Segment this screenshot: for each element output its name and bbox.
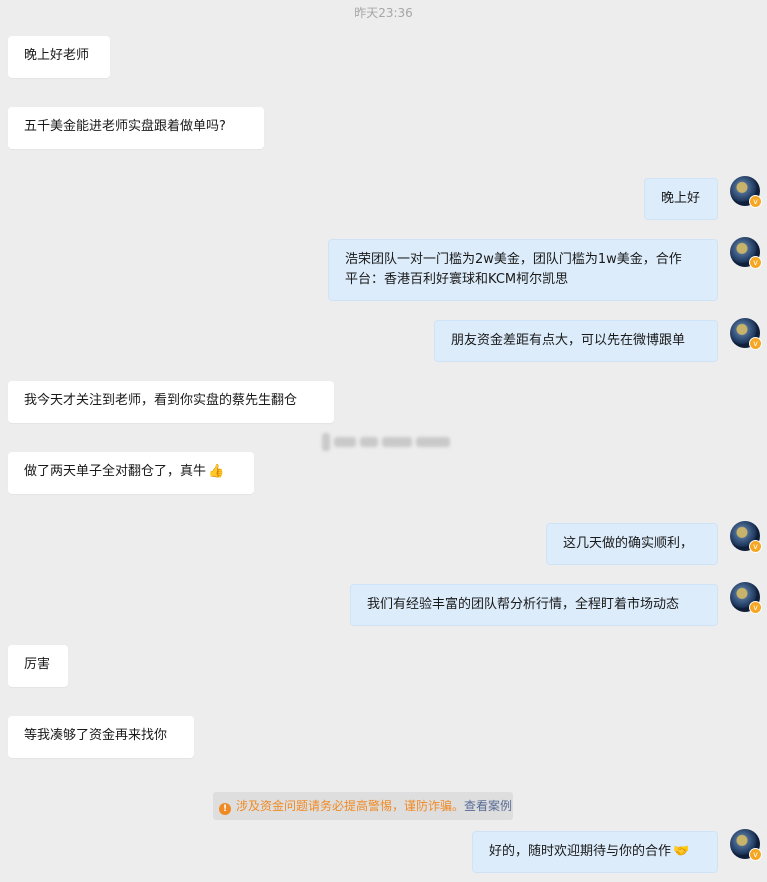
message-text: 晚上好老师 [24, 48, 90, 63]
message-bubble-right[interactable]: 我们有经验丰富的团队帮分析行情，全程盯着市场动态 [350, 584, 718, 626]
blurred-redaction [322, 431, 450, 453]
avatar[interactable]: v [730, 582, 762, 614]
avatar[interactable]: v [730, 176, 762, 208]
message-bubble-left[interactable]: 等我凑够了资金再来找你 [8, 716, 194, 758]
verified-badge-icon: v [749, 256, 762, 269]
message-bubble-right[interactable]: 浩荣团队一对一门槛为2w美金，团队门槛为1w美金，合作 平台：香港百利好寰球和K… [328, 239, 718, 301]
message-text: 厉害 [24, 657, 51, 672]
message-text: 我今天才关注到老师，看到你实盘的蔡先生翻仓 [24, 393, 298, 408]
warning-text: 涉及资金问题请务必提高警惕，谨防诈骗。 [236, 799, 465, 813]
message-text-line: 平台：香港百利好寰球和KCM柯尔凯思 [345, 272, 569, 287]
handshake-icon: 🤝 [673, 844, 690, 859]
avatar[interactable]: v [730, 237, 762, 269]
verified-badge-icon: v [749, 195, 762, 208]
verified-badge-icon: v [749, 540, 762, 553]
message-text: 等我凑够了资金再来找你 [24, 728, 168, 743]
message-text: 这几天做的确实顺利， [563, 536, 694, 551]
avatar[interactable]: v [730, 521, 762, 553]
message-bubble-left[interactable]: 我今天才关注到老师，看到你实盘的蔡先生翻仓 [8, 381, 334, 423]
view-cases-link[interactable]: 查看案例 [464, 799, 512, 813]
thumbs-up-icon: 👍 [208, 464, 225, 479]
message-bubble-left[interactable]: 做了两天单子全对翻仓了，真牛 👍 [8, 452, 254, 494]
message-bubble-right[interactable]: 晚上好 [644, 178, 718, 220]
message-bubble-left[interactable]: 晚上好老师 [8, 36, 110, 78]
message-text: 我们有经验丰富的团队帮分析行情，全程盯着市场动态 [367, 597, 680, 612]
message-text: 晚上好 [661, 191, 701, 206]
verified-badge-icon: v [749, 337, 762, 350]
verified-badge-icon: v [749, 848, 762, 861]
message-bubble-left[interactable]: 厉害 [8, 645, 68, 687]
message-text: 做了两天单子全对翻仓了，真牛 [24, 464, 207, 479]
verified-badge-icon: v [749, 601, 762, 614]
message-text: 五千美金能进老师实盘跟着做单吗? [24, 119, 226, 134]
avatar[interactable]: v [730, 318, 762, 350]
timestamp: 昨天23:36 [354, 6, 413, 20]
message-bubble-right[interactable]: 好的，随时欢迎期待与你的合作 🤝 [472, 831, 718, 873]
avatar[interactable]: v [730, 829, 762, 861]
scam-warning-notice: ! 涉及资金问题请务必提高警惕，谨防诈骗。查看案例 [213, 792, 513, 820]
message-bubble-left[interactable]: 五千美金能进老师实盘跟着做单吗? [8, 107, 264, 149]
message-bubble-right[interactable]: 朋友资金差距有点大，可以先在微博跟单 [434, 320, 718, 362]
message-text-line: 浩荣团队一对一门槛为2w美金，团队门槛为1w美金，合作 [345, 252, 682, 267]
message-text: 朋友资金差距有点大，可以先在微博跟单 [451, 333, 686, 348]
message-bubble-right[interactable]: 这几天做的确实顺利， [546, 523, 718, 565]
warning-icon: ! [219, 803, 231, 815]
message-text: 好的，随时欢迎期待与你的合作 [489, 844, 672, 859]
